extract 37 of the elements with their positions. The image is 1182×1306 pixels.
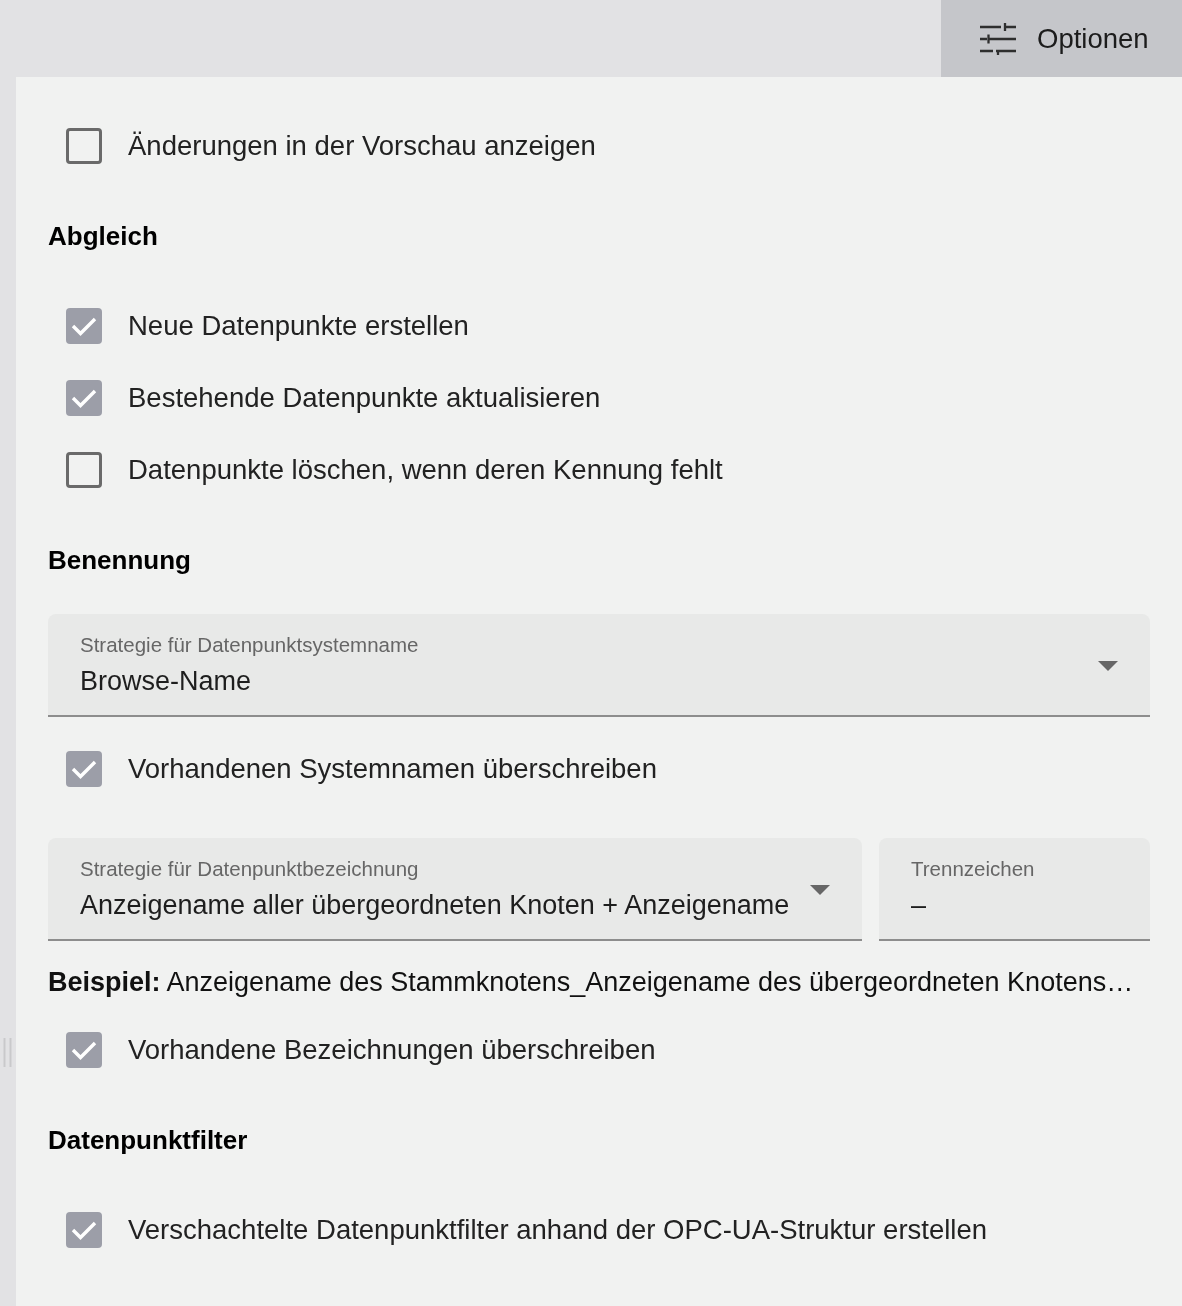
checkbox-label: Neue Datenpunkte erstellen bbox=[128, 310, 469, 342]
field-label: Strategie für Datenpunktbezeichnung bbox=[80, 857, 419, 881]
checkbox-label: Vorhandenen Systemnamen überschreiben bbox=[128, 753, 657, 785]
field-label: Strategie für Datenpunktsystemname bbox=[80, 633, 419, 657]
checkbox-label: Datenpunkte löschen, wenn deren Kennung fehlt bbox=[128, 454, 723, 486]
checkbox[interactable] bbox=[66, 380, 102, 416]
checkbox[interactable] bbox=[66, 452, 102, 488]
checkbox-label: Vorhandene Bezeichnungen überschreiben bbox=[128, 1034, 656, 1066]
section-heading: Benennung bbox=[48, 544, 191, 577]
example-text: Beispiel: Anzeigename des Stammknotens_Anzeigename des übergeordneten Knotens… bbox=[48, 966, 1134, 999]
checkmark-icon bbox=[71, 1040, 97, 1060]
dropdown-caret-icon bbox=[810, 885, 830, 895]
checkbox-label: Bestehende Datenpunkte aktualisieren bbox=[128, 382, 601, 414]
checkbox[interactable] bbox=[66, 128, 102, 164]
checkbox[interactable] bbox=[66, 1212, 102, 1248]
options-button[interactable]: Optionen bbox=[941, 0, 1182, 77]
checkmark-icon bbox=[71, 388, 97, 408]
dropdown-field[interactable]: Strategie für Datenpunktbezeichnung Anzeigename aller übergeordneten Knoten + Anzeigename bbox=[48, 838, 862, 941]
checkbox-label: Änderungen in der Vorschau anzeigen bbox=[128, 130, 596, 162]
checkbox[interactable] bbox=[66, 751, 102, 787]
text-field[interactable]: Trennzeichen – bbox=[879, 838, 1150, 941]
sliders-icon bbox=[980, 22, 1016, 55]
checkbox-label: Verschachtelte Datenpunktfilter anhand der OPC-UA-Struktur erstellen bbox=[128, 1214, 988, 1246]
section-heading: Datenpunktfilter bbox=[48, 1124, 248, 1157]
field-label: Trennzeichen bbox=[911, 857, 1035, 881]
checkbox[interactable] bbox=[66, 1032, 102, 1068]
field-value: – bbox=[911, 889, 927, 921]
checkmark-icon bbox=[71, 316, 97, 336]
field-value: Anzeigename aller übergeordneten Knoten + Anzeigename bbox=[80, 889, 790, 921]
drag-handle-icon[interactable] bbox=[3, 1038, 13, 1067]
section-heading: Abgleich bbox=[48, 220, 158, 253]
dropdown-caret-icon bbox=[1098, 661, 1118, 671]
checkmark-icon bbox=[71, 759, 97, 779]
field-value: Browse-Name bbox=[80, 665, 252, 697]
checkmark-icon bbox=[71, 1220, 97, 1240]
checkbox[interactable] bbox=[66, 308, 102, 344]
dropdown-field[interactable]: Strategie für Datenpunktsystemname Browse-Name bbox=[48, 614, 1150, 717]
